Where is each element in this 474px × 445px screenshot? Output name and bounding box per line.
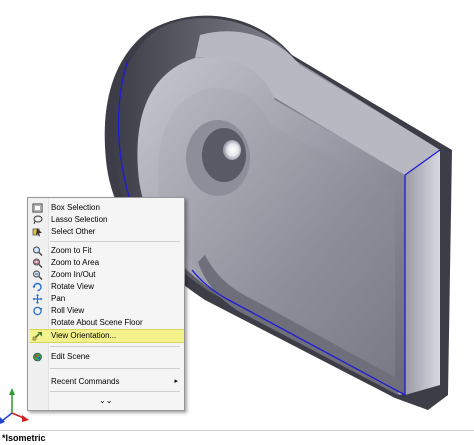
menu-item-lasso-selection[interactable]: Lasso Selection	[29, 214, 184, 226]
menu-item-label: Pan	[51, 294, 66, 303]
rotate-view-icon	[32, 282, 42, 292]
menu-item-rotate-about-scene-floor[interactable]: Rotate About Scene Floor	[29, 317, 184, 329]
box-selection-icon	[32, 203, 43, 213]
menu-item-label: Box Selection	[51, 203, 100, 212]
menu-item-recent-commands[interactable]: Recent Commands ▸	[29, 376, 184, 388]
menu-item-box-selection[interactable]: Box Selection	[29, 202, 184, 214]
menu-item-zoom-to-fit[interactable]: Zoom to Fit	[29, 245, 184, 257]
menu-item-label: Rotate View	[51, 282, 94, 291]
menu-item-label: Roll View	[51, 306, 85, 315]
zoom-to-area-icon	[33, 258, 43, 268]
menu-item-label: Lasso Selection	[51, 215, 108, 224]
menu-item-zoom-to-area[interactable]: Zoom to Area	[29, 257, 184, 269]
menu-item-view-orientation[interactable]: View Orientation...	[29, 329, 184, 343]
menu-item-label: Rotate About Scene Floor	[51, 318, 143, 327]
lasso-selection-icon	[33, 215, 43, 225]
menu-separator	[50, 346, 180, 347]
menu-item-roll-view[interactable]: Roll View	[29, 305, 184, 317]
edit-scene-icon	[33, 352, 42, 362]
context-menu: Box Selection Lasso Selection Select Oth…	[27, 197, 185, 411]
view-orientation-icon	[32, 332, 42, 341]
menu-item-label: Recent Commands	[51, 377, 120, 386]
pan-icon	[32, 294, 43, 304]
menu-separator	[50, 368, 180, 369]
menu-item-edit-scene[interactable]: Edit Scene	[29, 351, 184, 363]
select-other-icon	[32, 228, 42, 237]
menu-separator	[50, 391, 180, 392]
current-view-name: *Isometric	[2, 433, 46, 443]
through-hole	[223, 140, 241, 160]
zoom-in-out-icon	[33, 270, 43, 280]
roll-view-icon	[33, 306, 43, 316]
submenu-arrow-icon: ▸	[174, 378, 178, 385]
menu-item-label: Zoom to Fit	[51, 246, 92, 255]
menu-item-zoom-in-out[interactable]: Zoom In/Out	[29, 269, 184, 281]
menu-separator	[50, 241, 180, 242]
expand-menu-chevron-icon[interactable]: ⌄⌄	[99, 397, 112, 405]
menu-item-label: Select Other	[51, 227, 96, 236]
menu-item-label: Zoom to Area	[51, 258, 100, 267]
menu-item-pan[interactable]: Pan	[29, 293, 184, 305]
menu-item-label: View Orientation...	[51, 331, 117, 340]
zoom-to-fit-icon	[33, 246, 43, 256]
menu-item-select-other[interactable]: Select Other	[29, 226, 184, 238]
menu-item-rotate-view[interactable]: Rotate View	[29, 281, 184, 293]
part-right-face	[405, 150, 440, 395]
reference-triad	[0, 388, 29, 424]
graphics-area[interactable]: Box Selection Lasso Selection Select Oth…	[0, 0, 474, 430]
view-status-bar: *Isometric	[0, 430, 474, 445]
menu-item-label: Zoom In/Out	[51, 270, 96, 279]
menu-item-label: Edit Scene	[51, 352, 90, 361]
